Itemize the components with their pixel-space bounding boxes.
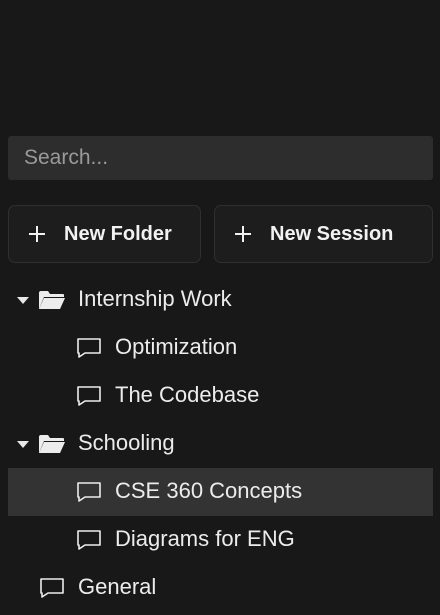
chat-bubble-icon — [77, 338, 101, 358]
chat-bubble-icon — [77, 482, 101, 502]
new-session-button[interactable]: New Session — [214, 205, 433, 263]
tree-folder-internship-work[interactable]: Internship Work — [8, 276, 433, 324]
session-label: CSE 360 Concepts — [115, 478, 303, 503]
new-folder-label: New Folder — [64, 222, 172, 245]
plus-icon — [235, 226, 251, 242]
chat-bubble-icon — [77, 386, 101, 406]
chat-bubble-icon — [40, 578, 64, 598]
new-folder-button[interactable]: New Folder — [8, 205, 201, 263]
chat-bubble-icon — [77, 530, 101, 550]
tree-session-diagrams-for-eng[interactable]: Diagrams for ENG — [8, 516, 433, 564]
folder-open-icon — [39, 435, 65, 453]
plus-icon — [29, 226, 45, 242]
new-session-label: New Session — [270, 222, 394, 245]
session-label: Optimization — [115, 334, 238, 359]
caret-down-icon[interactable] — [17, 441, 29, 448]
tree-session-cse-360-concepts[interactable]: CSE 360 Concepts — [8, 468, 433, 516]
caret-down-icon[interactable] — [17, 297, 29, 304]
folder-label: Schooling — [78, 430, 175, 455]
folder-open-icon — [39, 291, 65, 309]
tree-folder-schooling[interactable]: Schooling — [8, 420, 433, 468]
tree-session-general[interactable]: General — [8, 564, 433, 612]
tree-session-the-codebase[interactable]: The Codebase — [8, 372, 433, 420]
tree-session-optimization[interactable]: Optimization — [8, 324, 433, 372]
search-input[interactable] — [8, 136, 433, 180]
session-label: General — [78, 574, 157, 599]
folder-label: Internship Work — [78, 286, 232, 311]
session-label: Diagrams for ENG — [115, 526, 295, 551]
session-label: The Codebase — [115, 382, 260, 407]
session-sidebar: New Folder New Session Internship Work O… — [0, 0, 440, 615]
